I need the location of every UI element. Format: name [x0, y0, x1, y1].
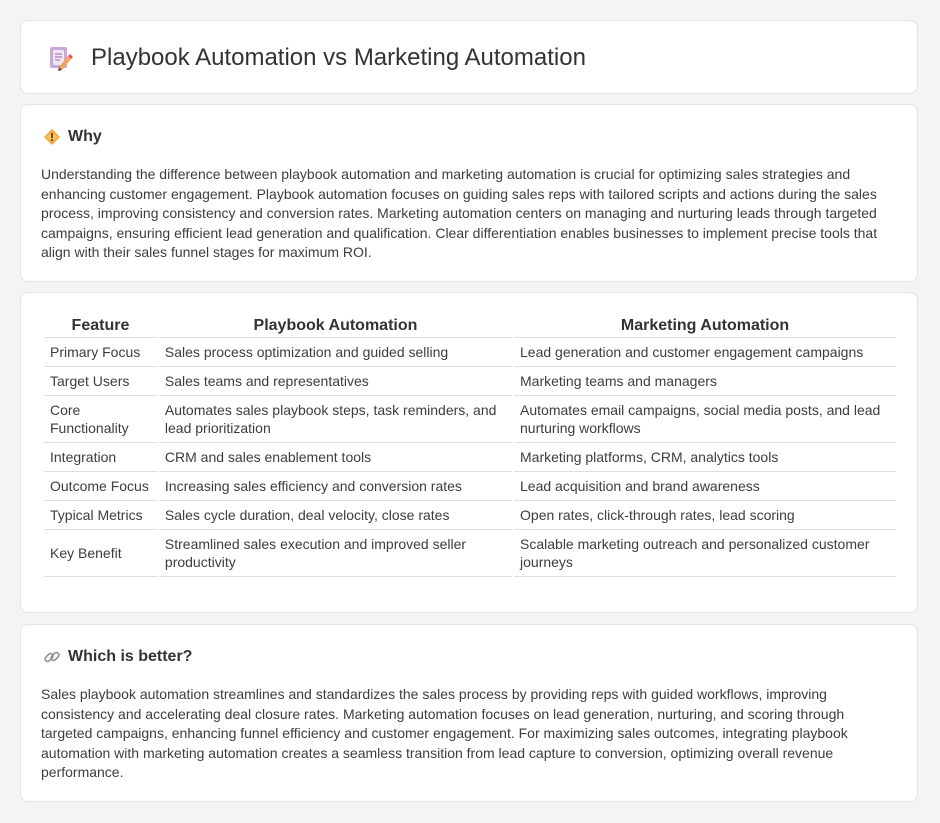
table-row: Typical Metrics Sales cycle duration, de…	[44, 501, 896, 530]
marketing-cell: Scalable marketing outreach and personal…	[514, 530, 896, 577]
playbook-cell: Sales cycle duration, deal velocity, clo…	[158, 501, 513, 530]
marketing-cell: Open rates, click-through rates, lead sc…	[514, 501, 896, 530]
header-marketing: Marketing Automation	[514, 315, 896, 338]
comparison-section: Feature Playbook Automation Marketing Au…	[20, 292, 918, 613]
better-heading: Which is better?	[43, 647, 192, 667]
header-card: Playbook Automation vs Marketing Automat…	[20, 20, 918, 94]
marketing-cell: Marketing teams and managers	[514, 367, 896, 396]
why-title: Why	[68, 128, 102, 145]
header-playbook: Playbook Automation	[158, 315, 513, 338]
header-feature: Feature	[44, 315, 157, 338]
feature-cell: Key Benefit	[44, 530, 157, 577]
feature-cell: Typical Metrics	[44, 501, 157, 530]
marketing-cell: Lead generation and customer engagement …	[514, 338, 896, 367]
table-row: Target Users Sales teams and representat…	[44, 367, 896, 396]
marketing-cell: Marketing platforms, CRM, analytics tool…	[514, 443, 896, 472]
table-header-row: Feature Playbook Automation Marketing Au…	[44, 315, 896, 338]
table-row: Integration CRM and sales enablement too…	[44, 443, 896, 472]
feature-cell: Core Functionality	[44, 396, 157, 443]
marketing-cell: Lead acquisition and brand awareness	[514, 472, 896, 501]
table-row: Primary Focus Sales process optimization…	[44, 338, 896, 367]
feature-cell: Target Users	[44, 367, 157, 396]
why-section: Why Understanding the difference between…	[20, 104, 918, 282]
table-row: Key Benefit Streamlined sales execution …	[44, 530, 896, 577]
playbook-cell: Increasing sales efficiency and conversi…	[158, 472, 513, 501]
page-title: Playbook Automation vs Marketing Automat…	[91, 44, 586, 71]
why-heading: Why	[43, 127, 102, 147]
which-better-section: Which is better? Sales playbook automati…	[20, 624, 918, 802]
feature-cell: Integration	[44, 443, 157, 472]
marketing-cell: Automates email campaigns, social media …	[514, 396, 896, 443]
title-row: Playbook Automation vs Marketing Automat…	[45, 43, 586, 73]
table-row: Core Functionality Automates sales playb…	[44, 396, 896, 443]
comparison-table: Feature Playbook Automation Marketing Au…	[42, 315, 898, 577]
playbook-cell: CRM and sales enablement tools	[158, 443, 513, 472]
better-title: Which is better?	[68, 648, 193, 665]
link-icon	[44, 651, 60, 663]
playbook-cell: Automates sales playbook steps, task rem…	[158, 396, 513, 443]
playbook-cell: Sales teams and representatives	[158, 367, 513, 396]
feature-cell: Outcome Focus	[44, 472, 157, 501]
diamond-sign-icon	[44, 129, 60, 145]
table-row: Outcome Focus Increasing sales efficienc…	[44, 472, 896, 501]
playbook-cell: Streamlined sales execution and improved…	[158, 530, 513, 577]
feature-cell: Primary Focus	[44, 338, 157, 367]
better-text: Sales playbook automation streamlines an…	[41, 686, 848, 780]
playbook-cell: Sales process optimization and guided se…	[158, 338, 513, 367]
why-text: Understanding the difference between pla…	[41, 166, 878, 260]
document-pencil-icon	[50, 47, 73, 71]
